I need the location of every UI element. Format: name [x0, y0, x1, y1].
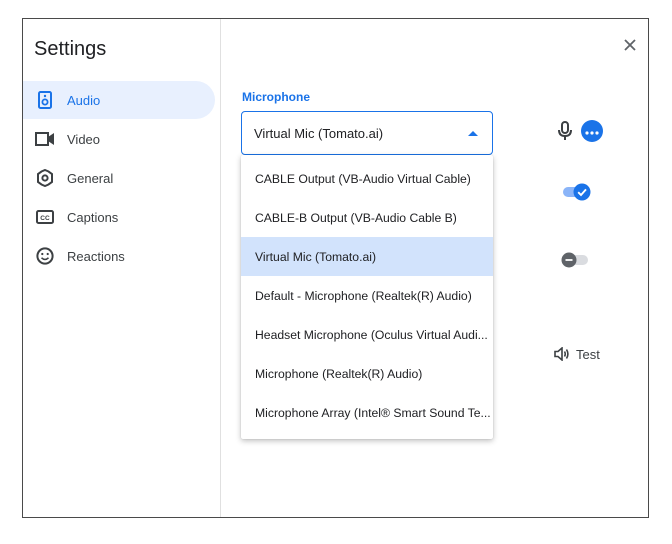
sidebar-item-label: Captions — [67, 209, 119, 225]
sidebar-item-label: Audio — [67, 92, 101, 108]
sidebar-item-label: General — [67, 170, 114, 186]
microphone-dropdown: CABLE Output (VB-Audio Virtual Cable) CA… — [241, 155, 493, 439]
toggle-switch-off[interactable] — [561, 252, 591, 268]
sidebar-item-label: Video — [67, 131, 101, 147]
video-camera-icon — [35, 129, 55, 149]
sidebar-item-captions[interactable]: CC Captions — [23, 198, 221, 236]
test-speaker-button[interactable]: Test — [554, 344, 600, 364]
dropdown-option[interactable]: Microphone (Realtek(R) Audio) — [241, 354, 493, 393]
dropdown-option-selected[interactable]: Virtual Mic (Tomato.ai) — [241, 237, 493, 276]
close-icon — [623, 38, 637, 57]
dialog-title: Settings — [34, 38, 107, 60]
dropdown-option[interactable]: Headset Microphone (Oculus Virtual Audi.… — [241, 315, 493, 354]
sidebar-item-video[interactable]: Video — [23, 120, 221, 158]
dropdown-option[interactable]: Default - Microphone (Realtek(R) Audio) — [241, 276, 493, 315]
dropdown-option[interactable]: Microphone Array (Intel® Smart Sound Te.… — [241, 393, 493, 432]
dropdown-option[interactable]: CABLE Output (VB-Audio Virtual Cable) — [241, 159, 493, 198]
speaker-icon — [35, 90, 55, 110]
more-options-button[interactable] — [581, 120, 603, 142]
gear-icon — [35, 168, 55, 188]
settings-nav: Audio Video General CC Captions Reaction… — [23, 81, 221, 276]
sidebar-item-general[interactable]: General — [23, 159, 221, 197]
caret-up-icon — [468, 131, 478, 136]
smiley-icon — [35, 246, 55, 266]
settings-dialog: Settings Audio Video General CC Captions… — [22, 18, 649, 518]
microphone-label: Microphone — [242, 90, 310, 104]
speaker-volume-icon — [554, 347, 569, 361]
microphone-select[interactable]: Virtual Mic (Tomato.ai) — [241, 111, 493, 155]
toggle-switch-on[interactable] — [562, 182, 592, 202]
sidebar-item-reactions[interactable]: Reactions — [23, 237, 221, 275]
svg-text:CC: CC — [40, 215, 50, 222]
more-dots-icon — [585, 122, 599, 140]
cc-icon: CC — [35, 207, 55, 227]
test-label: Test — [576, 346, 600, 362]
settings-sidebar: Settings Audio Video General CC Captions… — [23, 19, 221, 517]
close-button[interactable] — [620, 37, 640, 57]
sidebar-item-audio[interactable]: Audio — [23, 81, 215, 119]
dropdown-option[interactable]: CABLE-B Output (VB-Audio Cable B) — [241, 198, 493, 237]
microphone-selected-value: Virtual Mic (Tomato.ai) — [254, 125, 384, 141]
microphone-icon — [556, 120, 574, 142]
sidebar-item-label: Reactions — [67, 248, 125, 264]
